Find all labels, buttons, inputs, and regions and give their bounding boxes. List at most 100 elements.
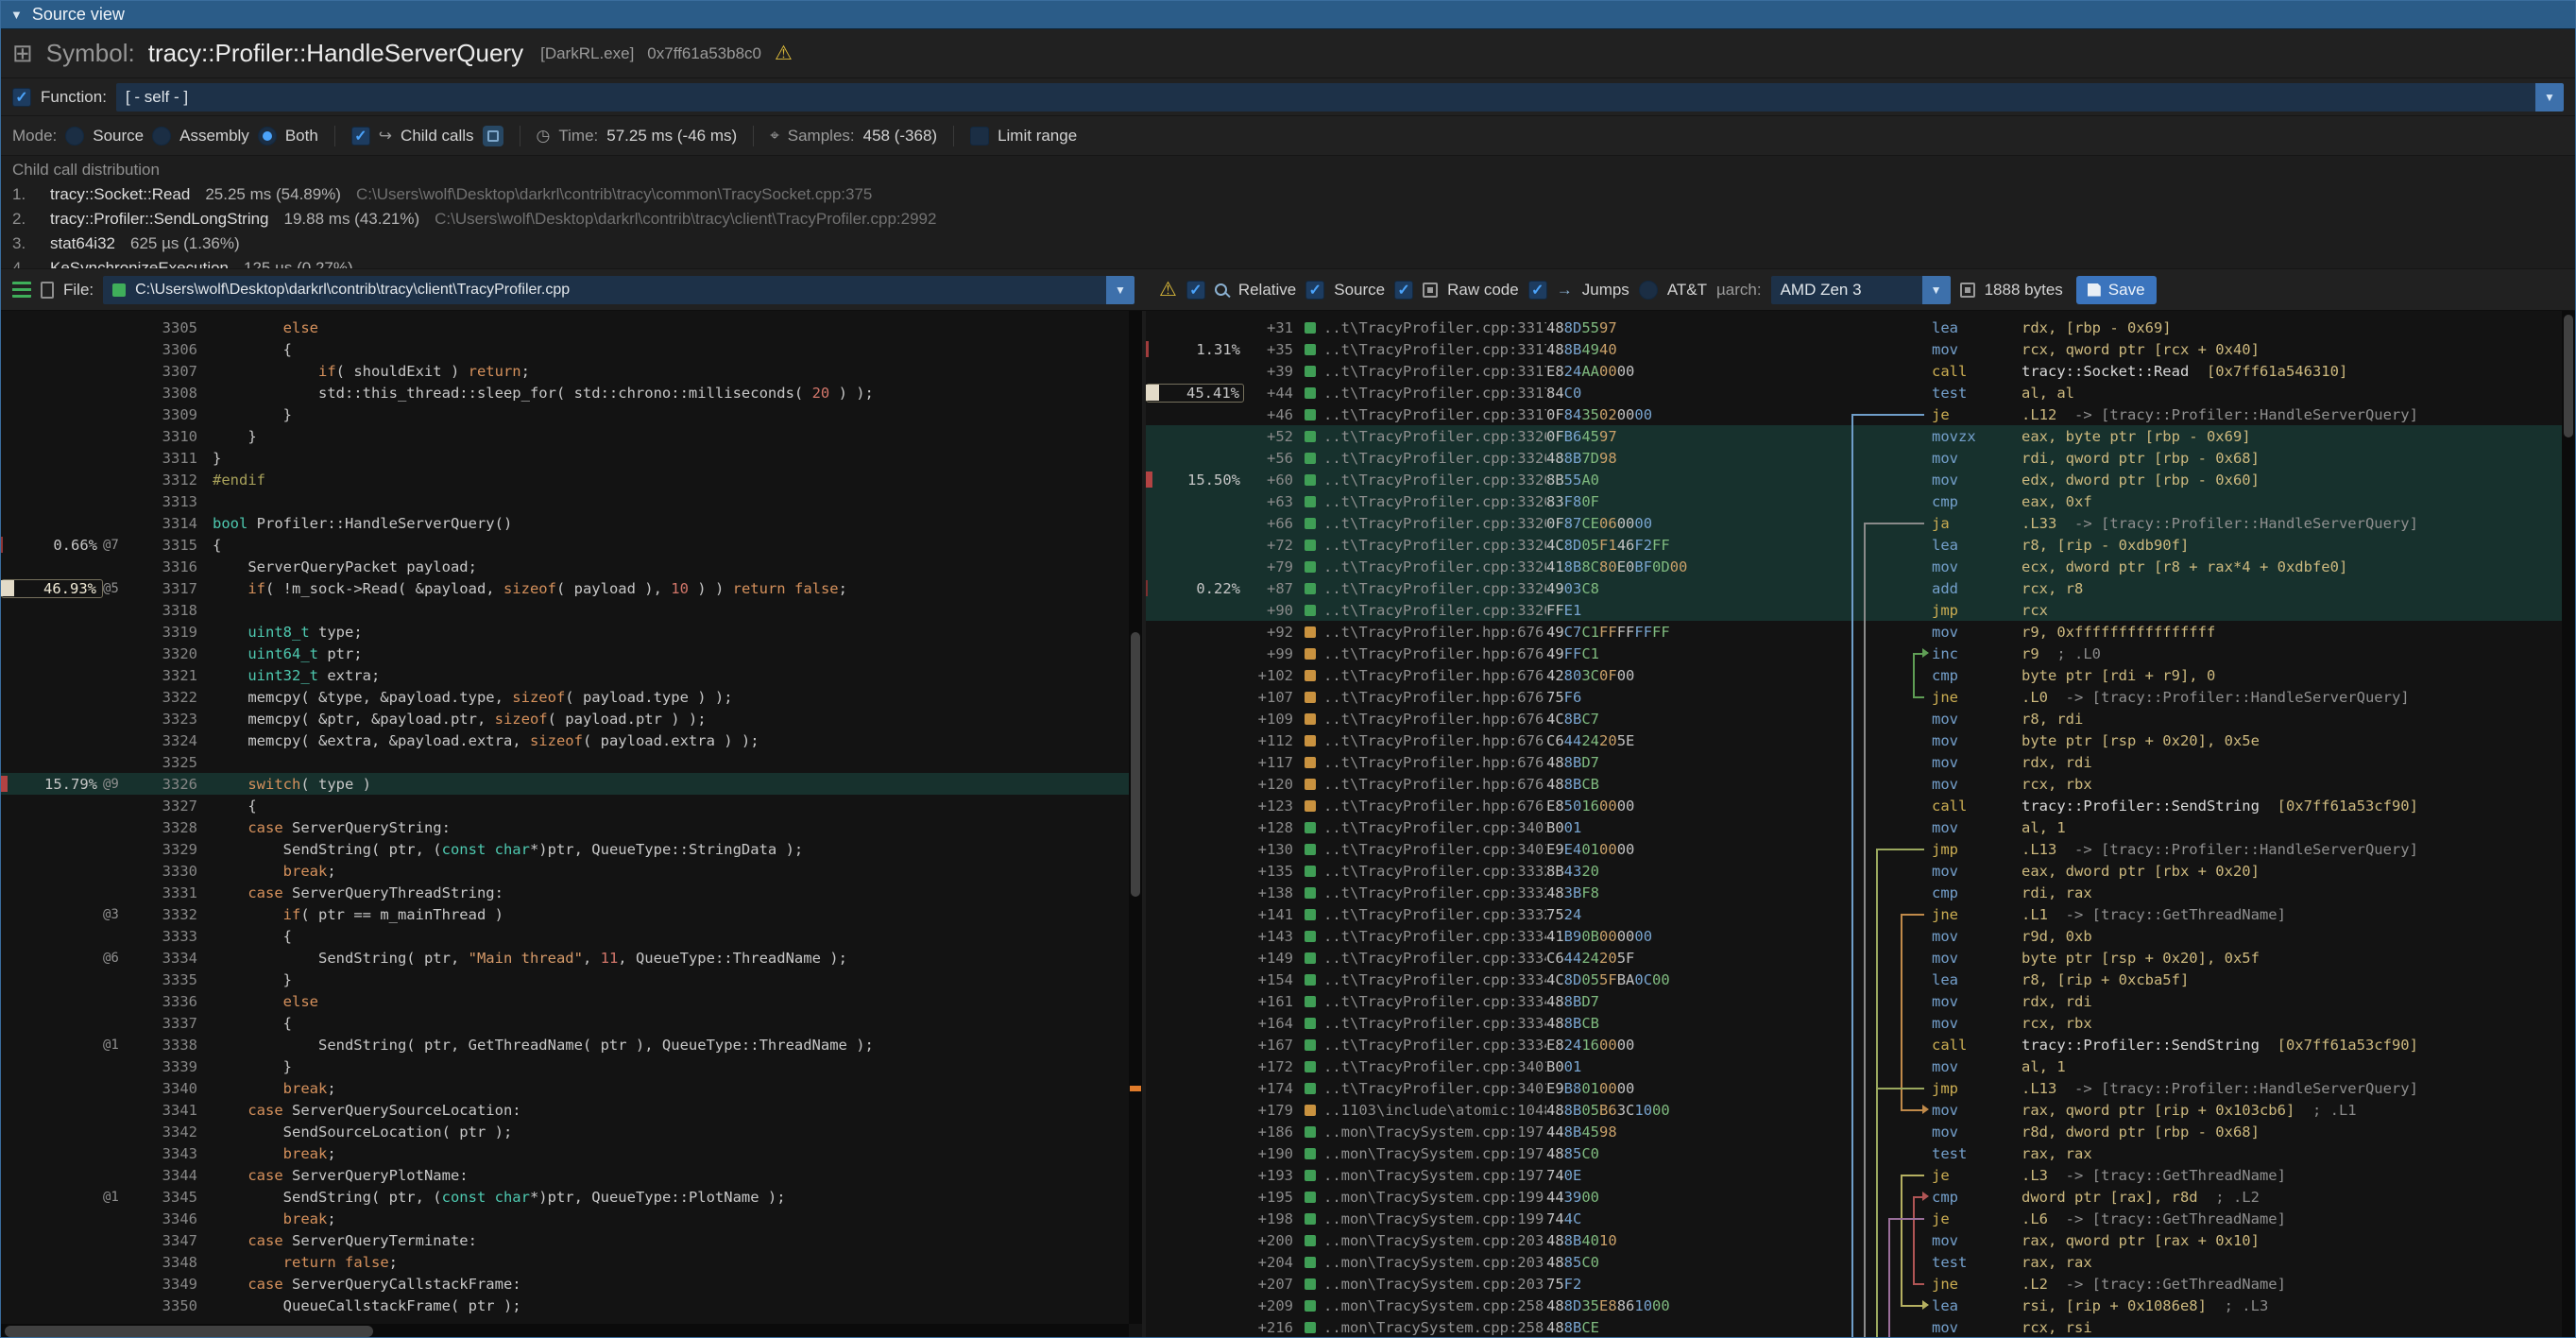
asm-row[interactable]: +117..t\TracyProfiler.hpp:676488BD7movrd… <box>1146 751 2562 773</box>
asm-row[interactable]: +102..t\TracyProfiler.hpp:67642803C0F00c… <box>1146 664 2562 686</box>
source-line[interactable]: 3318 <box>1 599 1129 621</box>
source-hscrollbar[interactable] <box>1 1324 1129 1338</box>
source-line[interactable]: 3307 if( shouldExit ) return; <box>1 360 1129 382</box>
source-line[interactable]: 3343 break; <box>1 1142 1129 1164</box>
asm-source-location[interactable]: ..t\TracyProfiler.cpp:3334 <box>1305 1015 1546 1032</box>
scrollbar-thumb[interactable] <box>1131 632 1140 897</box>
asm-source-location[interactable]: ..t\TracyProfiler.hpp:676 <box>1305 624 1546 641</box>
asm-vscrollbar[interactable] <box>2562 311 2575 1338</box>
lock-button[interactable] <box>483 126 503 146</box>
asm-row[interactable]: +130..t\TracyProfiler.cpp:3401E9E4010000… <box>1146 838 2562 860</box>
asm-row[interactable]: +46..t\TracyProfiler.cpp:33170F843502000… <box>1146 403 2562 425</box>
asm-source-location[interactable]: ..mon\TracySystem.cpp:197 <box>1305 1167 1546 1184</box>
asm-row[interactable]: +143..t\TracyProfiler.cpp:333441B90B0000… <box>1146 925 2562 947</box>
asm-source-location[interactable]: ..t\TracyProfiler.cpp:3326 <box>1305 602 1546 619</box>
asm-source-location[interactable]: ..t\TracyProfiler.hpp:676 <box>1305 667 1546 684</box>
asm-source-location[interactable]: ..t\TracyProfiler.cpp:3317 <box>1305 319 1546 336</box>
asm-row[interactable]: +195..mon\TracySystem.cpp:199443900cmpdw… <box>1146 1186 2562 1208</box>
source-line[interactable]: 3329 SendString( ptr, (const char*)ptr, … <box>1 838 1129 860</box>
source-line[interactable]: @13345 SendString( ptr, (const char*)ptr… <box>1 1186 1129 1208</box>
asm-source-location[interactable]: ..t\TracyProfiler.cpp:3317 <box>1305 385 1546 402</box>
source-line[interactable]: 3335 } <box>1 969 1129 990</box>
source-line[interactable]: 3327 { <box>1 795 1129 816</box>
source-line[interactable]: 3325 <box>1 751 1129 773</box>
source-line[interactable]: 3341 case ServerQuerySourceLocation: <box>1 1099 1129 1121</box>
asm-row[interactable]: +198..mon\TracySystem.cpp:199744Cje.L6 -… <box>1146 1208 2562 1229</box>
file-dropdown[interactable]: C:\Users\wolf\Desktop\darkrl\contrib\tra… <box>103 276 1134 304</box>
asm-source-location[interactable]: ..t\TracyProfiler.hpp:676 <box>1305 776 1546 793</box>
asm-row[interactable]: +149..t\TracyProfiler.cpp:3334C64424205F… <box>1146 947 2562 969</box>
source-line[interactable]: 3342 SendSourceLocation( ptr ); <box>1 1121 1129 1142</box>
source-line[interactable]: 3336 else <box>1 990 1129 1012</box>
source-line[interactable]: 3333 { <box>1 925 1129 947</box>
source-line[interactable]: 3330 break; <box>1 860 1129 882</box>
asm-row[interactable]: +90..t\TracyProfiler.cpp:3326FFE1jmprcx <box>1146 599 2562 621</box>
asm-row[interactable]: +207..mon\TracySystem.cpp:20375F2jne.L2 … <box>1146 1273 2562 1295</box>
asm-source-location[interactable]: ..mon\TracySystem.cpp:199 <box>1305 1189 1546 1206</box>
asm-row[interactable]: +172..t\TracyProfiler.cpp:3401B001moval,… <box>1146 1055 2562 1077</box>
asm-row[interactable]: +123..t\TracyProfiler.hpp:676E850160000c… <box>1146 795 2562 816</box>
asm-source-location[interactable]: ..t\TracyProfiler.cpp:3326 <box>1305 472 1546 489</box>
child-call-entry[interactable]: 4. KeSynchronizeExecution 125 µs (0.27%) <box>12 256 2564 269</box>
source-line[interactable]: 3312#endif <box>1 469 1129 490</box>
asm-row[interactable]: 15.50%+60..t\TracyProfiler.cpp:33268B55A… <box>1146 469 2562 490</box>
asm-row[interactable]: +66..t\TracyProfiler.cpp:33260F87CE06000… <box>1146 512 2562 534</box>
source-line[interactable]: 3328 case ServerQueryString: <box>1 816 1129 838</box>
source-line[interactable]: 3314bool Profiler::HandleServerQuery() <box>1 512 1129 534</box>
save-button[interactable]: Save <box>2076 276 2157 304</box>
asm-row[interactable]: +209..mon\TracySystem.cpp:258488D35E8861… <box>1146 1295 2562 1316</box>
asm-row[interactable]: +39..t\TracyProfiler.cpp:3317E824AA0000c… <box>1146 360 2562 382</box>
jumps-checkbox[interactable] <box>1528 281 1547 300</box>
asm-source-location[interactable]: ..t\TracyProfiler.cpp:3334 <box>1305 993 1546 1010</box>
chevron-down-icon[interactable]: ▼ <box>1106 276 1134 304</box>
asm-row[interactable]: +138..t\TracyProfiler.cpp:3332483BF8cmpr… <box>1146 882 2562 903</box>
source-line[interactable]: 3313 <box>1 490 1129 512</box>
asm-row[interactable]: +190..mon\TracySystem.cpp:1974885C0testr… <box>1146 1142 2562 1164</box>
asm-source-location[interactable]: ..mon\TracySystem.cpp:203 <box>1305 1276 1546 1293</box>
asm-source-location[interactable]: ..t\TracyProfiler.cpp:3317 <box>1305 406 1546 423</box>
asm-source-location[interactable]: ..mon\TracySystem.cpp:203 <box>1305 1232 1546 1249</box>
source-vscrollbar[interactable] <box>1129 311 1142 1324</box>
asm-source-location[interactable]: ..t\TracyProfiler.cpp:3326 <box>1305 493 1546 510</box>
asm-row[interactable]: +135..t\TracyProfiler.cpp:33328B4320move… <box>1146 860 2562 882</box>
source-line[interactable]: 3346 break; <box>1 1208 1129 1229</box>
source-line[interactable]: 3344 case ServerQueryPlotName: <box>1 1164 1129 1186</box>
asm-row[interactable]: +179..1103\include\atomic:1048488B05B63C… <box>1146 1099 2562 1121</box>
asm-source-location[interactable]: ..t\TracyProfiler.cpp:3334 <box>1305 971 1546 988</box>
asm-row[interactable]: +112..t\TracyProfiler.hpp:676C64424205Em… <box>1146 729 2562 751</box>
radio-assembly[interactable] <box>152 127 171 146</box>
function-dropdown[interactable]: [ - self - ] ▼ <box>116 83 2564 112</box>
source-line[interactable]: 3306 { <box>1 338 1129 360</box>
source-line[interactable]: @63334 SendString( ptr, "Main thread", 1… <box>1 947 1129 969</box>
child-call-entry[interactable]: 2. tracy::Profiler::SendLongString 19.88… <box>12 207 2564 232</box>
radio-both[interactable] <box>258 127 277 146</box>
asm-source-location[interactable]: ..t\TracyProfiler.cpp:3401 <box>1305 819 1546 836</box>
source-line[interactable]: 3321 uint32_t extra; <box>1 664 1129 686</box>
asm-row[interactable]: +200..mon\TracySystem.cpp:203488B4010mov… <box>1146 1229 2562 1251</box>
source-line[interactable]: 3337 { <box>1 1012 1129 1034</box>
asm-row[interactable]: +72..t\TracyProfiler.cpp:33264C8D05F146F… <box>1146 534 2562 556</box>
asm-source-location[interactable]: ..t\TracyProfiler.hpp:676 <box>1305 645 1546 662</box>
file-list-icon[interactable] <box>12 282 31 298</box>
asm-row[interactable]: +107..t\TracyProfiler.hpp:67675F6jne.L0 … <box>1146 686 2562 708</box>
asm-source-location[interactable]: ..t\TracyProfiler.hpp:676 <box>1305 689 1546 706</box>
asm-row[interactable]: +109..t\TracyProfiler.hpp:6764C8BC7movr8… <box>1146 708 2562 729</box>
source-checkbox[interactable] <box>1305 281 1324 300</box>
asm-row[interactable]: +186..mon\TracySystem.cpp:197448B4598mov… <box>1146 1121 2562 1142</box>
asm-source-location[interactable]: ..mon\TracySystem.cpp:197 <box>1305 1124 1546 1141</box>
asm-source-location[interactable]: ..mon\TracySystem.cpp:203 <box>1305 1254 1546 1271</box>
source-line[interactable]: 3310 } <box>1 425 1129 447</box>
collapse-icon[interactable]: ▼ <box>10 8 23 22</box>
asm-row[interactable]: 1.31%+35..t\TracyProfiler.cpp:3317488B49… <box>1146 338 2562 360</box>
source-line[interactable]: 3309 } <box>1 403 1129 425</box>
asm-source-location[interactable]: ..t\TracyProfiler.cpp:3326 <box>1305 537 1546 554</box>
source-line[interactable]: 3322 memcpy( &type, &payload.type, sizeo… <box>1 686 1129 708</box>
asm-row[interactable]: +56..t\TracyProfiler.cpp:3326488B7D98mov… <box>1146 447 2562 469</box>
asm-row[interactable]: +79..t\TracyProfiler.cpp:3326418B8C80E0B… <box>1146 556 2562 577</box>
source-line[interactable]: 15.79%@93326 switch( type ) <box>1 773 1129 795</box>
asm-source-location[interactable]: ..t\TracyProfiler.cpp:3334 <box>1305 950 1546 967</box>
asm-source-location[interactable]: ..t\TracyProfiler.cpp:3332 <box>1305 884 1546 901</box>
asm-source-location[interactable]: ..t\TracyProfiler.cpp:3401 <box>1305 1080 1546 1097</box>
source-line[interactable]: 3339 } <box>1 1055 1129 1077</box>
asm-row[interactable]: 45.41%+44..t\TracyProfiler.cpp:331784C0t… <box>1146 382 2562 403</box>
